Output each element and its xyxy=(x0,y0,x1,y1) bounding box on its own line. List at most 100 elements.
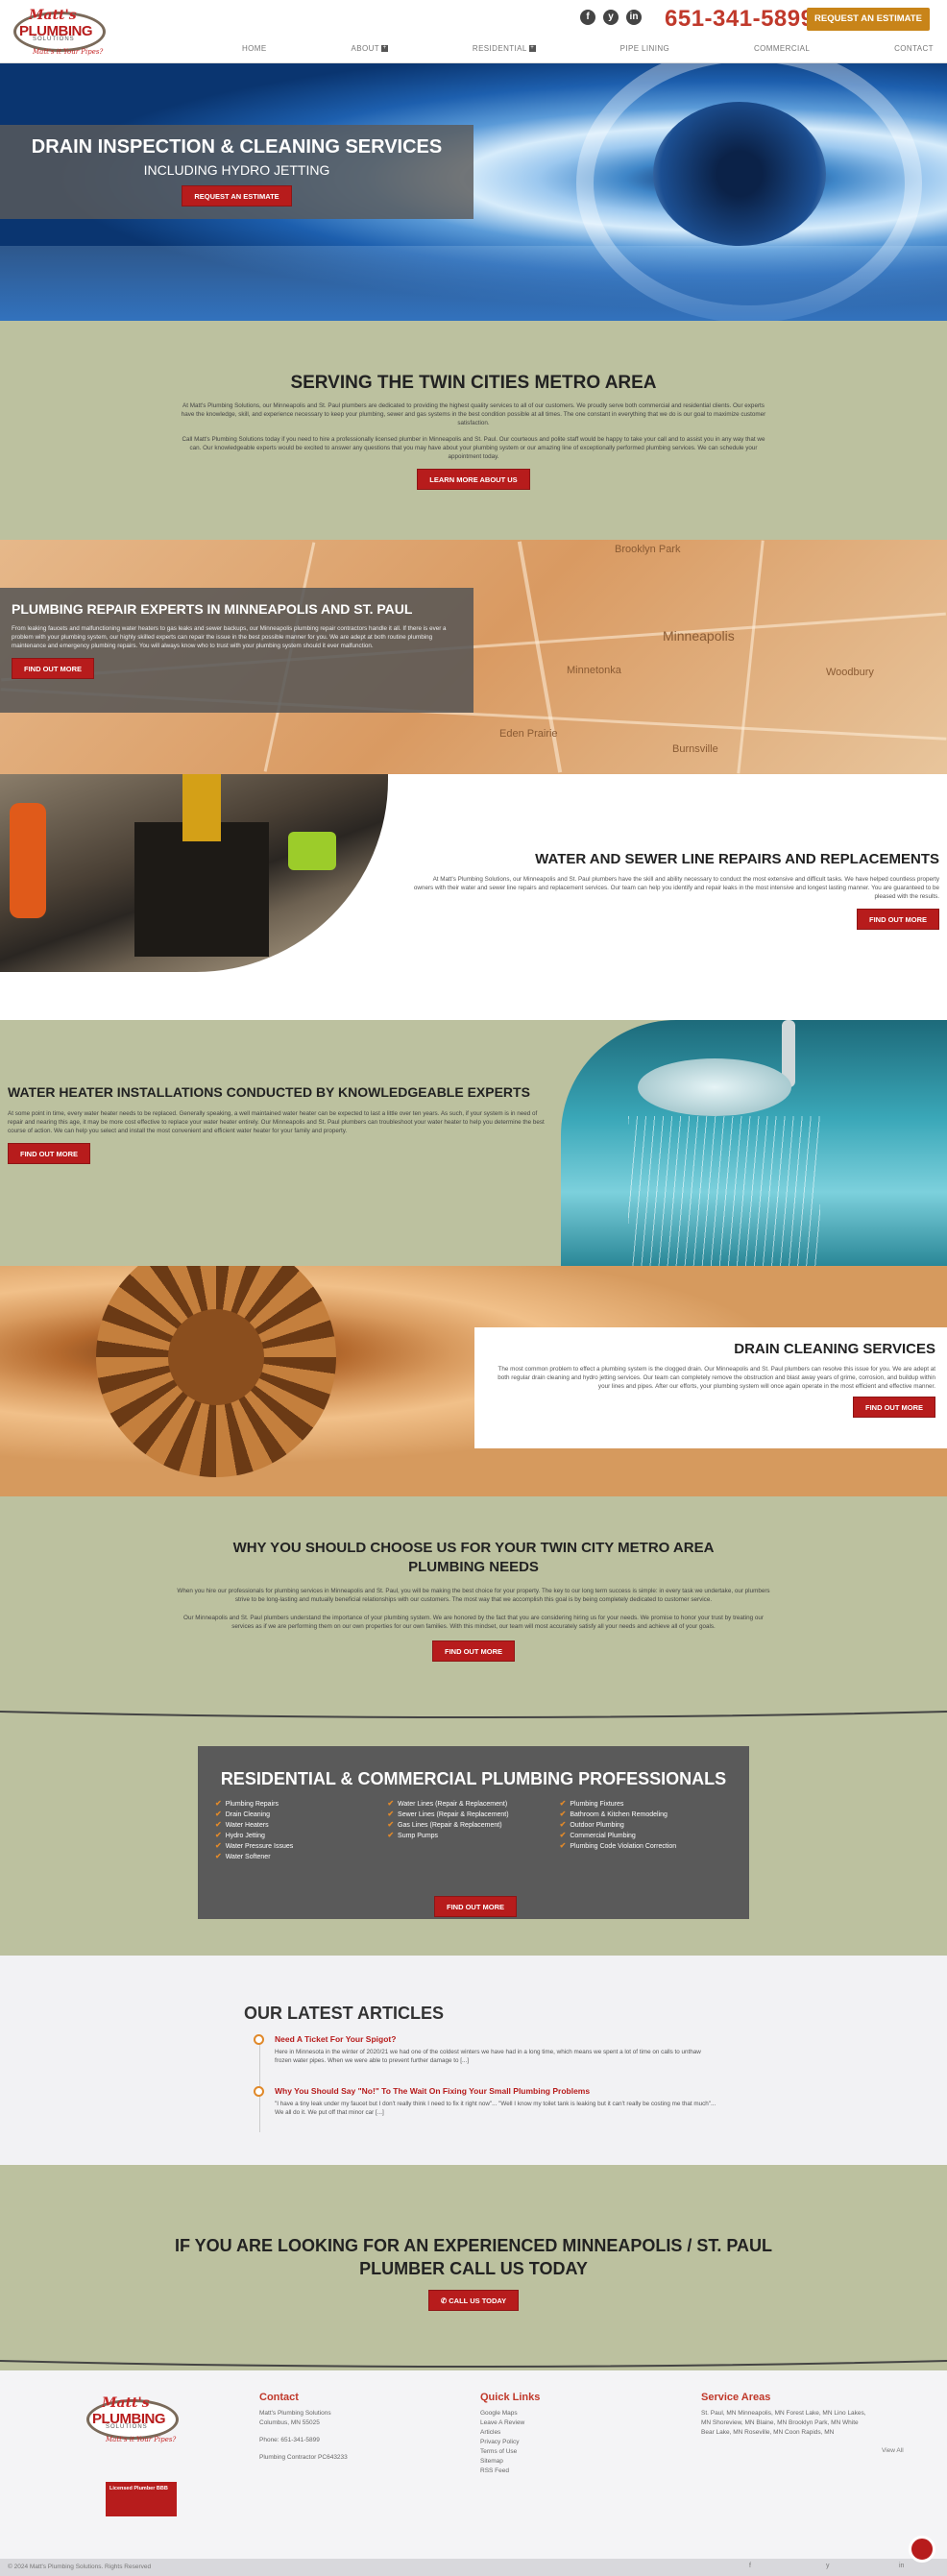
services-column-1: ✔ Plumbing Repairs ✔ Drain Cleaning ✔ Water… xyxy=(215,1799,387,1862)
linkedin-icon[interactable]: in xyxy=(899,2563,904,2569)
service-item[interactable]: ✔ Plumbing Code Violation Correction xyxy=(560,1841,732,1852)
footer-phone[interactable]: Phone: 651-341-5899 xyxy=(259,2436,348,2445)
sewer-text: At Matt's Plumbing Solutions, our Minnea… xyxy=(413,876,939,900)
worker-figure xyxy=(288,832,336,870)
excavation-photo xyxy=(0,774,388,972)
footer-link[interactable]: Articles xyxy=(480,2428,540,2438)
call-to-action-section: IF YOU ARE LOOKING FOR AN EXPERIENCED MI… xyxy=(0,2165,947,2370)
service-item[interactable]: ✔ Water Heaters xyxy=(215,1820,387,1831)
service-item[interactable]: ✔ Plumbing Repairs xyxy=(215,1799,387,1810)
check-icon: ✔ xyxy=(215,1831,222,1839)
logo-text-solutions: SOLUTIONS xyxy=(106,2424,148,2430)
map-label: Woodbury xyxy=(826,667,874,678)
footer-link[interactable]: Leave A Review xyxy=(480,2418,540,2428)
map-label: Minneapolis xyxy=(663,628,735,644)
chat-widget-icon[interactable] xyxy=(909,2536,935,2563)
footer-logo[interactable]: Matt's PLUMBING SOLUTIONS Matt's it Your… xyxy=(86,2392,192,2459)
service-areas-line: Bear Lake, MN Roseville, MN Coon Rapids,… xyxy=(701,2429,835,2436)
footer-city: Columbus, MN 55025 xyxy=(259,2419,320,2426)
timeline-dot-icon xyxy=(254,2034,264,2045)
why-find-out-more-button[interactable]: FIND OUT MORE xyxy=(432,1640,515,1662)
articles-timeline xyxy=(259,2036,260,2132)
footer-contact: Contact Matt's Plumbing Solutions Columb… xyxy=(259,2392,348,2463)
map-road xyxy=(737,540,765,774)
serving-paragraph-1: At Matt's Plumbing Solutions, our Minnea… xyxy=(181,402,766,426)
service-item[interactable]: ✔ Commercial Plumbing xyxy=(560,1831,732,1841)
hero-subtitle: INCLUDING HYDRO JETTING xyxy=(143,162,330,178)
cta-title: IF YOU ARE LOOKING FOR AN EXPERIENCED MI… xyxy=(174,2236,773,2278)
footer-link[interactable]: Privacy Policy xyxy=(480,2438,540,2447)
nav-home[interactable]: HOME xyxy=(242,44,267,53)
services-find-out-more-button[interactable]: FIND OUT MORE xyxy=(434,1896,517,1917)
check-icon: ✔ xyxy=(387,1820,395,1829)
site-header: Matt's PLUMBING SOLUTIONS Matt's it Your… xyxy=(0,0,947,63)
footer-service-areas-title: Service Areas xyxy=(701,2392,771,2403)
site-logo[interactable]: Matt's PLUMBING SOLUTIONS Matt's it Your… xyxy=(13,4,109,60)
check-icon: ✔ xyxy=(387,1799,395,1808)
map-label: Burnsville xyxy=(672,743,718,755)
copyright-bar: © 2024 Matt's Plumbing Solutions. Rights… xyxy=(0,2559,947,2576)
service-item[interactable]: ✔ Sewer Lines (Repair & Replacement) xyxy=(387,1810,559,1820)
hero-request-estimate-button[interactable]: REQUEST AN ESTIMATE xyxy=(182,185,292,207)
service-item[interactable]: ✔ Drain Cleaning xyxy=(215,1810,387,1820)
service-item[interactable]: ✔ Plumbing Fixtures xyxy=(560,1799,732,1810)
map-label: Eden Prairie xyxy=(499,728,558,740)
article-title-link[interactable]: Need A Ticket For Your Spigot? xyxy=(275,2034,396,2044)
view-all-areas-link[interactable]: View All xyxy=(882,2447,904,2454)
service-item[interactable]: ✔ Gas Lines (Repair & Replacement) xyxy=(387,1820,559,1831)
repair-find-out-more-button[interactable]: FIND OUT MORE xyxy=(12,658,94,679)
heater-text: At some point in time, every water heate… xyxy=(8,1110,545,1134)
footer-link[interactable]: RSS Feed xyxy=(480,2467,540,2476)
nav-contact[interactable]: CONTACT xyxy=(894,44,934,53)
hero-splash xyxy=(0,246,947,321)
service-item[interactable]: ✔ Bathroom & Kitchen Remodeling xyxy=(560,1810,732,1820)
check-icon: ✔ xyxy=(559,1831,567,1839)
yelp-icon[interactable]: y xyxy=(603,10,619,25)
phone-icon: ✆ xyxy=(440,2297,449,2305)
service-item[interactable]: ✔ Sump Pumps xyxy=(387,1831,559,1841)
logo-tagline: Matt's it Your Pipes? xyxy=(106,2436,177,2443)
footer-link[interactable]: Terms of Use xyxy=(480,2447,540,2457)
excavator-arm xyxy=(182,774,221,841)
nav-commercial[interactable]: COMMERCIAL xyxy=(754,44,810,53)
hero-title: DRAIN INSPECTION & CLEANING SERVICES xyxy=(31,136,443,158)
service-item-label: Hydro Jetting xyxy=(225,1833,265,1839)
call-us-today-button[interactable]: ✆ CALL US TODAY xyxy=(427,2290,520,2311)
check-icon: ✔ xyxy=(387,1831,395,1839)
header-phone[interactable]: 651-341-5899 xyxy=(665,6,813,33)
yelp-icon[interactable]: y xyxy=(826,2563,830,2569)
service-item[interactable]: ✔ Hydro Jetting xyxy=(215,1831,387,1841)
service-item-label: Water Softener xyxy=(225,1854,271,1860)
drain-text: The most common problem to effect a plum… xyxy=(498,1366,935,1390)
drain-title: DRAIN CLEANING SERVICES xyxy=(734,1341,935,1357)
check-icon: ✔ xyxy=(559,1820,567,1829)
service-item-label: Water Heaters xyxy=(225,1822,269,1829)
shower-head xyxy=(638,1058,791,1116)
linkedin-icon[interactable]: in xyxy=(626,10,642,25)
check-icon: ✔ xyxy=(215,1810,222,1818)
service-item[interactable]: ✔ Water Lines (Repair & Replacement) xyxy=(387,1799,559,1810)
service-areas-line: St. Paul, MN Minneapolis, MN Forest Lake… xyxy=(701,2410,866,2417)
footer-link[interactable]: Sitemap xyxy=(480,2457,540,2467)
articles-section: OUR LATEST ARTICLES Need A Ticket For Yo… xyxy=(0,1956,947,2165)
service-item[interactable]: ✔ Outdoor Plumbing xyxy=(560,1820,732,1831)
check-icon: ✔ xyxy=(559,1810,567,1818)
nav-pipe-lining[interactable]: PIPE LINING xyxy=(620,44,670,53)
article-title-link[interactable]: Why You Should Say "No!" To The Wait On … xyxy=(275,2086,590,2096)
logo-tagline: Matt's it Your Pipes? xyxy=(33,48,104,56)
request-estimate-button[interactable]: REQUEST AN ESTIMATE xyxy=(807,8,930,31)
learn-more-about-us-button[interactable]: LEARN MORE ABOUT US xyxy=(417,469,530,490)
facebook-icon[interactable]: f xyxy=(749,2563,751,2569)
drain-find-out-more-button[interactable]: FIND OUT MORE xyxy=(853,1397,935,1418)
facebook-icon[interactable]: f xyxy=(580,10,595,25)
heater-find-out-more-button[interactable]: FIND OUT MORE xyxy=(8,1143,90,1164)
nav-about[interactable]: ABOUT + xyxy=(351,44,389,53)
nav-residential[interactable]: RESIDENTIAL + xyxy=(473,44,536,53)
footer-link[interactable]: Google Maps xyxy=(480,2409,540,2418)
service-item[interactable]: ✔ Water Softener xyxy=(215,1852,387,1862)
nav-residential-label: RESIDENTIAL xyxy=(472,44,527,53)
sewer-find-out-more-button[interactable]: FIND OUT MORE xyxy=(857,909,939,930)
service-item[interactable]: ✔ Water Pressure Issues xyxy=(215,1841,387,1852)
heater-title: WATER HEATER INSTALLATIONS CONDUCTED BY … xyxy=(8,1084,530,1100)
